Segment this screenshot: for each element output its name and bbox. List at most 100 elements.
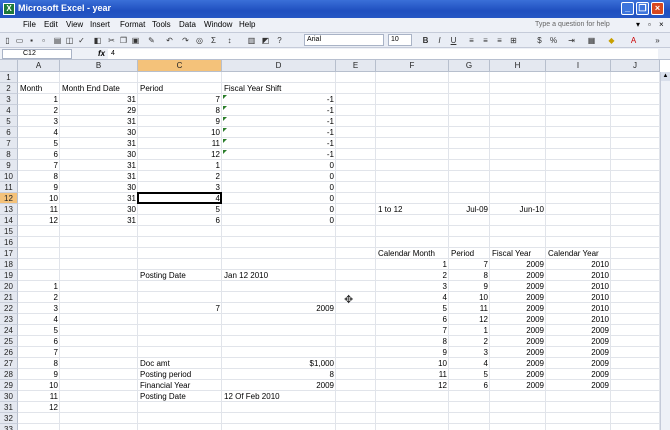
cell-F29[interactable]: 12 bbox=[376, 380, 449, 391]
cell-I29[interactable]: 2009 bbox=[546, 380, 611, 391]
restore-button[interactable]: ❐ bbox=[636, 2, 649, 15]
column-header-A[interactable]: A bbox=[18, 60, 60, 72]
autosum-icon[interactable]: Σ bbox=[208, 35, 219, 46]
cell-H22[interactable]: 2009 bbox=[490, 303, 546, 314]
column-header-G[interactable]: G bbox=[449, 60, 490, 72]
cell-H13[interactable]: Jun-10 bbox=[490, 204, 546, 215]
cell-A10[interactable]: 8 bbox=[18, 171, 60, 182]
column-header-F[interactable]: F bbox=[376, 60, 449, 72]
row-header-28[interactable]: 28 bbox=[0, 369, 18, 380]
cell-B2[interactable]: Month End Date bbox=[60, 83, 138, 94]
cell-H24[interactable]: 2009 bbox=[490, 325, 546, 336]
cell-B11[interactable]: 30 bbox=[60, 182, 138, 193]
cell-D12[interactable]: 0 bbox=[222, 193, 336, 204]
row-header-2[interactable]: 2 bbox=[0, 83, 18, 94]
cut-icon[interactable]: ✂ bbox=[106, 35, 117, 46]
cell-C28[interactable]: Posting period bbox=[138, 369, 222, 380]
restore-doc-icon[interactable]: ▫ bbox=[648, 20, 651, 29]
cell-D28[interactable]: 8 bbox=[222, 369, 336, 380]
bold-button[interactable]: B bbox=[420, 35, 431, 46]
cell-G21[interactable]: 10 bbox=[449, 292, 490, 303]
cell-I28[interactable]: 2009 bbox=[546, 369, 611, 380]
cell-G13[interactable]: Jul-09 bbox=[449, 204, 490, 215]
menu-data[interactable]: Data bbox=[179, 20, 196, 29]
cell-H28[interactable]: 2009 bbox=[490, 369, 546, 380]
row-header-15[interactable]: 15 bbox=[0, 226, 18, 237]
percent-button[interactable]: % bbox=[548, 35, 559, 46]
toolbar-options-icon[interactable]: » bbox=[652, 35, 663, 46]
cell-F13[interactable]: 1 to 12 bbox=[376, 204, 449, 215]
cell-D13[interactable]: 0 bbox=[222, 204, 336, 215]
cell-I19[interactable]: 2010 bbox=[546, 270, 611, 281]
cell-D10[interactable]: 0 bbox=[222, 171, 336, 182]
cell-B12[interactable]: 31 bbox=[60, 193, 138, 204]
cell-I21[interactable]: 2010 bbox=[546, 292, 611, 303]
column-header-E[interactable]: E bbox=[336, 60, 376, 72]
open-folder-icon[interactable]: ▭ bbox=[14, 35, 25, 46]
print-preview-icon[interactable]: ◫ bbox=[64, 35, 75, 46]
row-header-3[interactable]: 3 bbox=[0, 94, 18, 105]
hyperlink-icon[interactable]: ◎ bbox=[194, 35, 205, 46]
column-header-C[interactable]: C bbox=[138, 60, 222, 72]
cell-A22[interactable]: 3 bbox=[18, 303, 60, 314]
cell-A8[interactable]: 6 bbox=[18, 149, 60, 160]
cell-A4[interactable]: 2 bbox=[18, 105, 60, 116]
cell-F18[interactable]: 1 bbox=[376, 259, 449, 270]
format-painter-icon[interactable]: ✎ bbox=[146, 35, 157, 46]
row-header-12[interactable]: 12 bbox=[0, 193, 18, 204]
cell-C5[interactable]: 9 bbox=[138, 116, 222, 127]
merge-center-icon[interactable]: ⊞ bbox=[508, 35, 519, 46]
row-header-1[interactable]: 1 bbox=[0, 72, 18, 83]
row-header-32[interactable]: 32 bbox=[0, 413, 18, 424]
row-header-18[interactable]: 18 bbox=[0, 259, 18, 270]
cell-A31[interactable]: 12 bbox=[18, 402, 60, 413]
row-header-8[interactable]: 8 bbox=[0, 149, 18, 160]
help-question-input[interactable]: Type a question for help bbox=[533, 19, 633, 31]
insert-function-icon[interactable]: fx bbox=[98, 49, 105, 58]
cell-F20[interactable]: 3 bbox=[376, 281, 449, 292]
cell-I26[interactable]: 2009 bbox=[546, 347, 611, 358]
cell-D6[interactable]: -1 bbox=[222, 127, 336, 138]
row-header-23[interactable]: 23 bbox=[0, 314, 18, 325]
cell-A11[interactable]: 9 bbox=[18, 182, 60, 193]
cell-B10[interactable]: 31 bbox=[60, 171, 138, 182]
cell-G27[interactable]: 4 bbox=[449, 358, 490, 369]
cell-G22[interactable]: 11 bbox=[449, 303, 490, 314]
cell-A12[interactable]: 10 bbox=[18, 193, 60, 204]
cell-A13[interactable]: 11 bbox=[18, 204, 60, 215]
cell-I23[interactable]: 2010 bbox=[546, 314, 611, 325]
cell-B13[interactable]: 30 bbox=[60, 204, 138, 215]
new-file-icon[interactable]: ▯ bbox=[2, 35, 13, 46]
cell-D7[interactable]: -1 bbox=[222, 138, 336, 149]
row-header-4[interactable]: 4 bbox=[0, 105, 18, 116]
cell-A23[interactable]: 4 bbox=[18, 314, 60, 325]
borders-icon[interactable]: ▦ bbox=[586, 35, 597, 46]
row-header-24[interactable]: 24 bbox=[0, 325, 18, 336]
row-header-17[interactable]: 17 bbox=[0, 248, 18, 259]
font-color-icon[interactable]: A bbox=[628, 35, 639, 46]
cell-D3[interactable]: -1 bbox=[222, 94, 336, 105]
cell-I27[interactable]: 2009 bbox=[546, 358, 611, 369]
cell-F23[interactable]: 6 bbox=[376, 314, 449, 325]
cell-H29[interactable]: 2009 bbox=[490, 380, 546, 391]
undo-icon[interactable]: ↶ bbox=[164, 35, 175, 46]
cell-F21[interactable]: 4 bbox=[376, 292, 449, 303]
row-header-33[interactable]: 33 bbox=[0, 424, 18, 430]
cell-F26[interactable]: 9 bbox=[376, 347, 449, 358]
row-header-14[interactable]: 14 bbox=[0, 215, 18, 226]
cell-H27[interactable]: 2009 bbox=[490, 358, 546, 369]
cell-B3[interactable]: 31 bbox=[60, 94, 138, 105]
cell-H19[interactable]: 2009 bbox=[490, 270, 546, 281]
cell-A7[interactable]: 5 bbox=[18, 138, 60, 149]
row-header-10[interactable]: 10 bbox=[0, 171, 18, 182]
cell-D8[interactable]: -1 bbox=[222, 149, 336, 160]
drawing-icon[interactable]: ◩ bbox=[260, 35, 271, 46]
italic-button[interactable]: I bbox=[434, 35, 445, 46]
menu-file[interactable]: File bbox=[23, 20, 36, 29]
font-name-select[interactable]: Arial bbox=[304, 34, 384, 46]
sort-ascending-icon[interactable]: ↕ bbox=[224, 35, 235, 46]
cell-C29[interactable]: Financial Year bbox=[138, 380, 222, 391]
row-header-20[interactable]: 20 bbox=[0, 281, 18, 292]
cell-D19[interactable]: Jan 12 2010 bbox=[222, 270, 336, 281]
cell-D2[interactable]: Fiscal Year Shift bbox=[222, 83, 336, 94]
